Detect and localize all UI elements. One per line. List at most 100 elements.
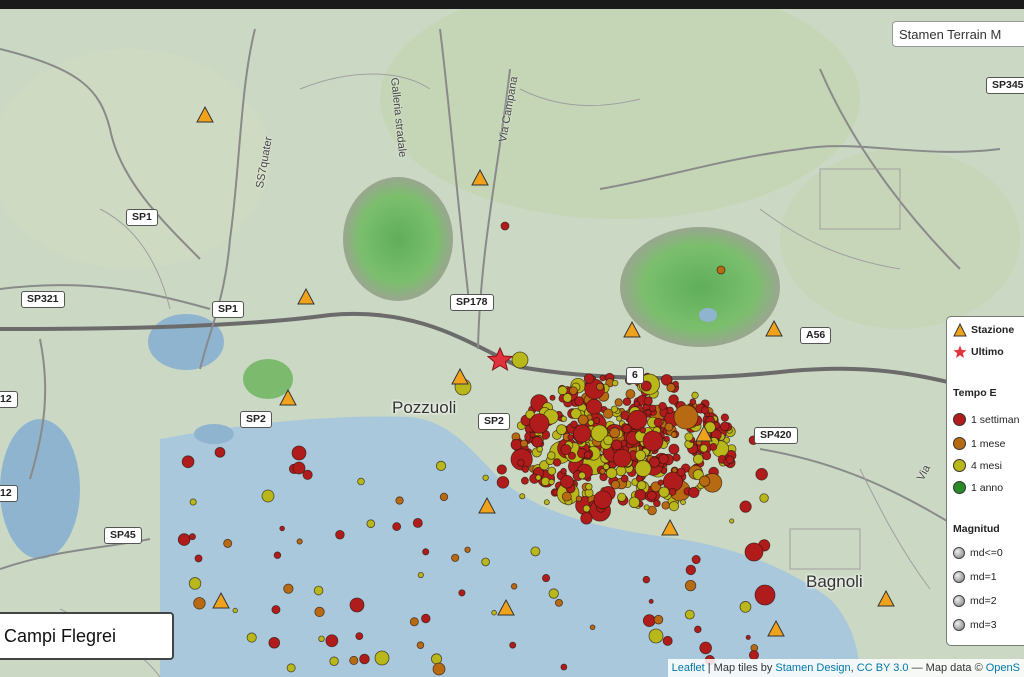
earthquake-marker[interactable] xyxy=(412,517,423,528)
earthquake-marker[interactable] xyxy=(422,548,430,556)
earthquake-marker[interactable] xyxy=(691,391,699,399)
earthquake-marker[interactable] xyxy=(268,636,281,649)
earthquake-marker[interactable] xyxy=(658,486,670,498)
earthquake-marker[interactable] xyxy=(729,518,735,524)
earthquake-marker[interactable] xyxy=(562,393,573,403)
earthquake-marker[interactable] xyxy=(572,424,592,443)
earthquake-marker[interactable] xyxy=(583,373,595,384)
earthquake-marker[interactable] xyxy=(634,449,646,461)
earthquake-marker[interactable] xyxy=(648,628,664,644)
osm-link[interactable]: OpenS xyxy=(986,662,1020,674)
earthquake-marker[interactable] xyxy=(657,479,664,486)
earthquake-marker[interactable] xyxy=(188,533,196,541)
map-canvas[interactable]: SP1 SP1 SP321 SP2 SP45 SP178 SP420 A56 S… xyxy=(0,0,1024,677)
earthquake-marker[interactable] xyxy=(194,554,203,563)
earthquake-marker[interactable] xyxy=(689,398,697,405)
earthquake-marker[interactable] xyxy=(458,589,466,597)
earthquake-marker[interactable] xyxy=(189,498,197,506)
earthquake-marker[interactable] xyxy=(511,351,529,369)
earthquake-marker[interactable] xyxy=(500,221,510,231)
earthquake-marker[interactable] xyxy=(547,466,557,476)
earthquake-marker[interactable] xyxy=(560,663,568,671)
earthquake-marker[interactable] xyxy=(349,655,359,665)
earthquake-marker[interactable] xyxy=(560,415,568,422)
earthquake-marker[interactable] xyxy=(662,635,673,646)
earthquake-marker[interactable] xyxy=(421,613,431,624)
earthquake-marker[interactable] xyxy=(699,641,712,655)
earthquake-marker[interactable] xyxy=(392,522,402,531)
earthquake-marker[interactable] xyxy=(639,426,647,434)
earthquake-marker[interactable] xyxy=(672,453,681,462)
earthquake-marker[interactable] xyxy=(286,663,296,673)
earthquake-marker[interactable] xyxy=(668,487,677,496)
earthquake-marker[interactable] xyxy=(589,624,596,631)
earthquake-marker[interactable] xyxy=(561,491,572,502)
earthquake-marker[interactable] xyxy=(744,542,764,562)
earthquake-marker[interactable] xyxy=(693,453,704,465)
earthquake-marker[interactable] xyxy=(531,436,543,448)
earthquake-marker[interactable] xyxy=(759,493,769,503)
earthquake-marker[interactable] xyxy=(409,617,419,627)
earthquake-marker[interactable] xyxy=(585,483,593,491)
earthquake-marker[interactable] xyxy=(596,382,604,391)
earthquake-marker[interactable] xyxy=(699,444,708,453)
earthquake-marker[interactable] xyxy=(535,474,542,481)
earthquake-marker[interactable] xyxy=(193,597,206,610)
earthquake-marker[interactable] xyxy=(577,414,589,426)
earthquake-marker[interactable] xyxy=(335,529,345,540)
earthquake-marker[interactable] xyxy=(668,501,680,512)
earthquake-marker[interactable] xyxy=(661,501,670,510)
earthquake-marker[interactable] xyxy=(648,598,654,604)
earthquake-marker[interactable] xyxy=(739,500,752,513)
earthquake-marker[interactable] xyxy=(296,538,303,545)
earthquake-marker[interactable] xyxy=(616,415,623,422)
earthquake-marker[interactable] xyxy=(510,438,523,451)
earthquake-marker[interactable] xyxy=(580,512,593,525)
earthquake-marker[interactable] xyxy=(684,432,694,442)
earthquake-marker[interactable] xyxy=(622,397,632,406)
earthquake-marker[interactable] xyxy=(520,439,528,448)
earthquake-marker[interactable] xyxy=(291,445,307,461)
earthquake-marker[interactable] xyxy=(646,490,657,501)
earthquake-marker[interactable] xyxy=(554,598,563,607)
earthquake-marker[interactable] xyxy=(530,546,541,557)
earthquake-marker[interactable] xyxy=(519,493,526,500)
earthquake-marker[interactable] xyxy=(357,477,365,486)
earthquake-marker[interactable] xyxy=(617,492,627,502)
earthquake-marker[interactable] xyxy=(634,460,652,477)
earthquake-marker[interactable] xyxy=(663,435,670,442)
earthquake-marker[interactable] xyxy=(548,588,559,599)
earthquake-marker[interactable] xyxy=(325,634,339,648)
earthquake-marker[interactable] xyxy=(482,474,489,481)
earthquake-marker[interactable] xyxy=(283,583,294,594)
earthquake-marker[interactable] xyxy=(574,396,585,407)
earthquake-marker[interactable] xyxy=(610,480,621,490)
earthquake-marker[interactable] xyxy=(653,499,661,508)
earthquake-marker[interactable] xyxy=(614,398,623,407)
earthquake-marker[interactable] xyxy=(694,625,702,634)
earthquake-marker[interactable] xyxy=(700,406,709,415)
earthquake-marker[interactable] xyxy=(395,496,404,505)
earthquake-marker[interactable] xyxy=(609,427,621,439)
earthquake-marker[interactable] xyxy=(509,641,517,649)
earthquake-marker[interactable] xyxy=(314,606,325,618)
earthquake-marker[interactable] xyxy=(611,379,619,387)
earthquake-marker[interactable] xyxy=(670,431,678,438)
tile-layer-control[interactable]: Stamen Terrain M xyxy=(892,21,1024,47)
earthquake-marker[interactable] xyxy=(542,574,551,583)
earthquake-marker[interactable] xyxy=(560,467,567,475)
earthquake-marker[interactable] xyxy=(593,490,612,509)
earthquake-marker[interactable] xyxy=(510,583,518,590)
earthquake-marker[interactable] xyxy=(177,533,191,546)
earthquake-marker[interactable] xyxy=(636,480,647,491)
earthquake-marker[interactable] xyxy=(569,386,578,396)
earthquake-marker[interactable] xyxy=(587,419,595,426)
earthquake-marker[interactable] xyxy=(435,460,447,471)
earthquake-marker[interactable] xyxy=(610,405,619,413)
earthquake-marker[interactable] xyxy=(585,398,603,415)
earthquake-marker[interactable] xyxy=(612,448,632,468)
earthquake-marker[interactable] xyxy=(279,525,285,532)
earthquake-marker[interactable] xyxy=(578,471,586,480)
earthquake-marker[interactable] xyxy=(223,538,233,548)
earthquake-marker[interactable] xyxy=(620,474,629,483)
